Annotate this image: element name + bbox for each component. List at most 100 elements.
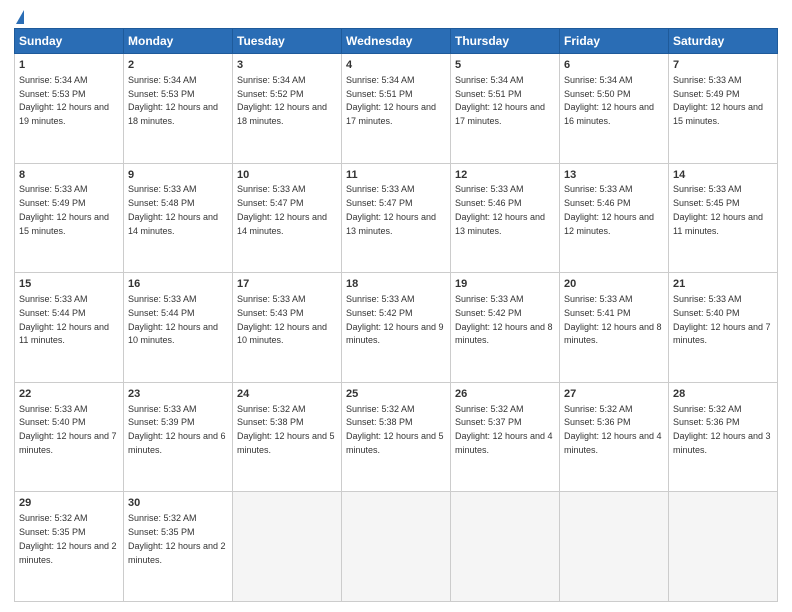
day-sunrise: Sunrise: 5:33 AMSunset: 5:47 PMDaylight:… bbox=[346, 184, 436, 235]
page: SundayMondayTuesdayWednesdayThursdayFrid… bbox=[0, 0, 792, 612]
day-sunrise: Sunrise: 5:33 AMSunset: 5:46 PMDaylight:… bbox=[455, 184, 545, 235]
calendar-cell: 13Sunrise: 5:33 AMSunset: 5:46 PMDayligh… bbox=[560, 163, 669, 273]
day-number: 7 bbox=[673, 58, 773, 73]
day-number: 26 bbox=[455, 387, 555, 402]
calendar-cell: 4 Sunrise: 5:34 AMSunset: 5:51 PMDaylight… bbox=[342, 54, 451, 164]
calendar-cell: 22 Sunrise: 5:33 AMSunset: 5:40 PMDayligh… bbox=[15, 382, 124, 492]
day-sunrise: Sunrise: 5:34 AMSunset: 5:53 PMDaylight:… bbox=[128, 75, 218, 126]
calendar-header-thursday: Thursday bbox=[451, 29, 560, 54]
day-number: 30 bbox=[128, 496, 228, 511]
day-sunrise: Sunrise: 5:34 AMSunset: 5:51 PMDaylight:… bbox=[455, 75, 545, 126]
day-sunrise: Sunrise: 5:34 AMSunset: 5:52 PMDaylight:… bbox=[237, 75, 327, 126]
day-sunrise: Sunrise: 5:33 AMSunset: 5:45 PMDaylight:… bbox=[673, 184, 763, 235]
day-number: 6 bbox=[564, 58, 664, 73]
day-number: 11 bbox=[346, 168, 446, 183]
calendar-header-tuesday: Tuesday bbox=[233, 29, 342, 54]
day-number: 4 bbox=[346, 58, 446, 73]
day-number: 14 bbox=[673, 168, 773, 183]
day-sunrise: Sunrise: 5:33 AMSunset: 5:44 PMDaylight:… bbox=[19, 294, 109, 345]
calendar-cell: 11Sunrise: 5:33 AMSunset: 5:47 PMDayligh… bbox=[342, 163, 451, 273]
calendar-cell: 8Sunrise: 5:33 AMSunset: 5:49 PMDaylight… bbox=[15, 163, 124, 273]
day-sunrise: Sunrise: 5:34 AMSunset: 5:50 PMDaylight:… bbox=[564, 75, 654, 126]
day-sunrise: Sunrise: 5:32 AMSunset: 5:35 PMDaylight:… bbox=[128, 513, 226, 564]
day-number: 10 bbox=[237, 168, 337, 183]
calendar-header-wednesday: Wednesday bbox=[342, 29, 451, 54]
calendar-header-row: SundayMondayTuesdayWednesdayThursdayFrid… bbox=[15, 29, 778, 54]
calendar-cell: 18 Sunrise: 5:33 AMSunset: 5:42 PMDayligh… bbox=[342, 273, 451, 383]
day-sunrise: Sunrise: 5:33 AMSunset: 5:49 PMDaylight:… bbox=[673, 75, 763, 126]
calendar-cell: 29 Sunrise: 5:32 AMSunset: 5:35 PMDayligh… bbox=[15, 492, 124, 602]
calendar-cell: 14Sunrise: 5:33 AMSunset: 5:45 PMDayligh… bbox=[669, 163, 778, 273]
day-sunrise: Sunrise: 5:33 AMSunset: 5:40 PMDaylight:… bbox=[673, 294, 771, 345]
day-sunrise: Sunrise: 5:34 AMSunset: 5:53 PMDaylight:… bbox=[19, 75, 109, 126]
calendar-cell: 7 Sunrise: 5:33 AMSunset: 5:49 PMDaylight… bbox=[669, 54, 778, 164]
calendar-week-5: 29 Sunrise: 5:32 AMSunset: 5:35 PMDayligh… bbox=[15, 492, 778, 602]
calendar-header-sunday: Sunday bbox=[15, 29, 124, 54]
calendar-cell: 21 Sunrise: 5:33 AMSunset: 5:40 PMDayligh… bbox=[669, 273, 778, 383]
day-sunrise: Sunrise: 5:33 AMSunset: 5:49 PMDaylight:… bbox=[19, 184, 109, 235]
calendar-cell: 23 Sunrise: 5:33 AMSunset: 5:39 PMDayligh… bbox=[124, 382, 233, 492]
calendar-cell: 25 Sunrise: 5:32 AMSunset: 5:38 PMDayligh… bbox=[342, 382, 451, 492]
calendar-cell bbox=[560, 492, 669, 602]
day-number: 25 bbox=[346, 387, 446, 402]
calendar-header-saturday: Saturday bbox=[669, 29, 778, 54]
day-number: 12 bbox=[455, 168, 555, 183]
logo bbox=[14, 10, 24, 24]
day-number: 19 bbox=[455, 277, 555, 292]
day-number: 5 bbox=[455, 58, 555, 73]
calendar-week-2: 8Sunrise: 5:33 AMSunset: 5:49 PMDaylight… bbox=[15, 163, 778, 273]
day-sunrise: Sunrise: 5:32 AMSunset: 5:38 PMDaylight:… bbox=[346, 404, 444, 455]
day-number: 1 bbox=[19, 58, 119, 73]
day-number: 13 bbox=[564, 168, 664, 183]
calendar-week-4: 22 Sunrise: 5:33 AMSunset: 5:40 PMDayligh… bbox=[15, 382, 778, 492]
day-number: 24 bbox=[237, 387, 337, 402]
day-number: 15 bbox=[19, 277, 119, 292]
calendar-cell: 3Sunrise: 5:34 AMSunset: 5:52 PMDaylight… bbox=[233, 54, 342, 164]
calendar-cell: 9Sunrise: 5:33 AMSunset: 5:48 PMDaylight… bbox=[124, 163, 233, 273]
calendar-cell: 20 Sunrise: 5:33 AMSunset: 5:41 PMDayligh… bbox=[560, 273, 669, 383]
day-sunrise: Sunrise: 5:34 AMSunset: 5:51 PMDaylight:… bbox=[346, 75, 436, 126]
day-number: 18 bbox=[346, 277, 446, 292]
day-sunrise: Sunrise: 5:33 AMSunset: 5:42 PMDaylight:… bbox=[346, 294, 444, 345]
logo-triangle-icon bbox=[16, 10, 24, 24]
day-sunrise: Sunrise: 5:33 AMSunset: 5:46 PMDaylight:… bbox=[564, 184, 654, 235]
calendar-cell: 17Sunrise: 5:33 AMSunset: 5:43 PMDayligh… bbox=[233, 273, 342, 383]
day-sunrise: Sunrise: 5:33 AMSunset: 5:41 PMDaylight:… bbox=[564, 294, 662, 345]
calendar-cell: 27Sunrise: 5:32 AMSunset: 5:36 PMDayligh… bbox=[560, 382, 669, 492]
day-number: 8 bbox=[19, 168, 119, 183]
day-number: 23 bbox=[128, 387, 228, 402]
day-number: 29 bbox=[19, 496, 119, 511]
calendar-cell: 5 Sunrise: 5:34 AMSunset: 5:51 PMDaylight… bbox=[451, 54, 560, 164]
calendar-cell: 15 Sunrise: 5:33 AMSunset: 5:44 PMDayligh… bbox=[15, 273, 124, 383]
day-sunrise: Sunrise: 5:33 AMSunset: 5:40 PMDaylight:… bbox=[19, 404, 117, 455]
day-number: 2 bbox=[128, 58, 228, 73]
calendar-cell: 1 Sunrise: 5:34 AMSunset: 5:53 PMDaylight… bbox=[15, 54, 124, 164]
calendar-cell: 28 Sunrise: 5:32 AMSunset: 5:36 PMDayligh… bbox=[669, 382, 778, 492]
day-number: 9 bbox=[128, 168, 228, 183]
day-sunrise: Sunrise: 5:32 AMSunset: 5:35 PMDaylight:… bbox=[19, 513, 117, 564]
logo-blue bbox=[14, 10, 24, 24]
day-number: 22 bbox=[19, 387, 119, 402]
day-sunrise: Sunrise: 5:33 AMSunset: 5:39 PMDaylight:… bbox=[128, 404, 226, 455]
calendar-cell bbox=[342, 492, 451, 602]
calendar-cell: 26 Sunrise: 5:32 AMSunset: 5:37 PMDayligh… bbox=[451, 382, 560, 492]
calendar-header-friday: Friday bbox=[560, 29, 669, 54]
calendar-cell bbox=[233, 492, 342, 602]
calendar-table: SundayMondayTuesdayWednesdayThursdayFrid… bbox=[14, 28, 778, 602]
day-number: 28 bbox=[673, 387, 773, 402]
day-number: 21 bbox=[673, 277, 773, 292]
calendar-header-monday: Monday bbox=[124, 29, 233, 54]
day-sunrise: Sunrise: 5:32 AMSunset: 5:36 PMDaylight:… bbox=[564, 404, 662, 455]
day-number: 20 bbox=[564, 277, 664, 292]
day-sunrise: Sunrise: 5:32 AMSunset: 5:37 PMDaylight:… bbox=[455, 404, 553, 455]
day-sunrise: Sunrise: 5:33 AMSunset: 5:44 PMDaylight:… bbox=[128, 294, 218, 345]
calendar-cell: 24 Sunrise: 5:32 AMSunset: 5:38 PMDayligh… bbox=[233, 382, 342, 492]
day-sunrise: Sunrise: 5:32 AMSunset: 5:38 PMDaylight:… bbox=[237, 404, 335, 455]
day-sunrise: Sunrise: 5:33 AMSunset: 5:47 PMDaylight:… bbox=[237, 184, 327, 235]
calendar-cell bbox=[669, 492, 778, 602]
calendar-cell: 10Sunrise: 5:33 AMSunset: 5:47 PMDayligh… bbox=[233, 163, 342, 273]
day-sunrise: Sunrise: 5:33 AMSunset: 5:43 PMDaylight:… bbox=[237, 294, 327, 345]
day-sunrise: Sunrise: 5:32 AMSunset: 5:36 PMDaylight:… bbox=[673, 404, 771, 455]
calendar-cell: 12Sunrise: 5:33 AMSunset: 5:46 PMDayligh… bbox=[451, 163, 560, 273]
calendar-cell: 30 Sunrise: 5:32 AMSunset: 5:35 PMDayligh… bbox=[124, 492, 233, 602]
